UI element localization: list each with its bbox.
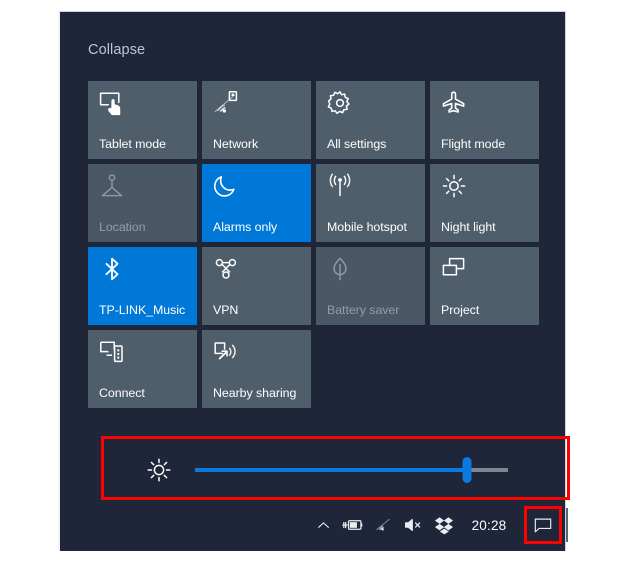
battery-charging-icon[interactable]: [336, 506, 368, 544]
brightness-icon: [145, 456, 173, 484]
quick-action-tile-mobile-hotspot[interactable]: Mobile hotspot: [316, 164, 425, 242]
speaker-muted-icon[interactable]: [398, 506, 428, 544]
sun-icon: [441, 173, 467, 199]
quick-action-tile-tp-link-music[interactable]: TP-LINK_Music: [88, 247, 197, 325]
quick-action-label: Battery saver: [327, 303, 400, 317]
quick-action-label: Network: [213, 137, 259, 151]
action-center-panel: Collapse Tablet mode Network All settings F…: [58, 11, 570, 551]
quick-action-tile-empty: [316, 330, 425, 408]
leaf-icon: [327, 256, 353, 282]
quick-action-label: All settings: [327, 137, 387, 151]
system-tray: 20:28: [310, 506, 562, 544]
quick-action-label: Connect: [99, 386, 145, 400]
vpn-icon: [213, 256, 239, 282]
quick-action-label: Location: [99, 220, 146, 234]
quick-action-label: Project: [441, 303, 480, 317]
quick-action-label: Night light: [441, 220, 496, 234]
tray-divider: [566, 508, 568, 542]
quick-action-tile-nearby-sharing[interactable]: Nearby sharing: [202, 330, 311, 408]
quick-action-tile-tablet-mode[interactable]: Tablet mode: [88, 81, 197, 159]
slider-fill: [195, 468, 468, 472]
gear-icon: [327, 90, 353, 116]
quick-actions-grid: Tablet mode Network All settings Flight mod…: [88, 81, 544, 408]
airplane-icon: [441, 90, 467, 116]
quick-action-tile-battery-saver[interactable]: Battery saver: [316, 247, 425, 325]
project-icon: [441, 256, 467, 282]
quick-action-label: VPN: [213, 303, 239, 317]
quick-action-label: Mobile hotspot: [327, 220, 407, 234]
collapse-link[interactable]: Collapse: [88, 42, 145, 58]
quick-action-label: Tablet mode: [99, 137, 166, 151]
brightness-slider[interactable]: [195, 457, 508, 483]
quick-action-tile-flight-mode[interactable]: Flight mode: [430, 81, 539, 159]
quick-action-tile-connect[interactable]: Connect: [88, 330, 197, 408]
quick-action-tile-night-light[interactable]: Night light: [430, 164, 539, 242]
clock[interactable]: 20:28: [460, 506, 518, 544]
connect-icon: [99, 339, 125, 365]
quick-action-tile-empty: [430, 330, 539, 408]
quick-action-label: Flight mode: [441, 137, 506, 151]
network-icon: [213, 90, 239, 116]
brightness-annotation-box: [101, 436, 570, 500]
bluetooth-icon: [99, 256, 125, 282]
action-center-icon[interactable]: [524, 506, 562, 544]
hotspot-icon: [327, 173, 353, 199]
moon-icon: [213, 173, 239, 199]
dropbox-icon[interactable]: [428, 506, 460, 544]
nearby-sharing-icon: [213, 339, 239, 365]
taskbar: 20:28: [60, 499, 568, 551]
chevron-up-icon[interactable]: [310, 506, 336, 544]
tablet-mode-icon: [99, 90, 125, 116]
location-icon: [99, 173, 125, 199]
quick-action-tile-network[interactable]: Network: [202, 81, 311, 159]
wifi-icon[interactable]: [368, 506, 398, 544]
quick-action-tile-project[interactable]: Project: [430, 247, 539, 325]
quick-action-label: TP-LINK_Music: [99, 303, 186, 317]
slider-thumb[interactable]: [462, 457, 472, 483]
quick-action-tile-all-settings[interactable]: All settings: [316, 81, 425, 159]
quick-action-tile-alarms-only[interactable]: Alarms only: [202, 164, 311, 242]
quick-action-tile-location[interactable]: Location: [88, 164, 197, 242]
quick-action-tile-vpn[interactable]: VPN: [202, 247, 311, 325]
quick-action-label: Alarms only: [213, 220, 278, 234]
quick-action-label: Nearby sharing: [213, 386, 297, 400]
